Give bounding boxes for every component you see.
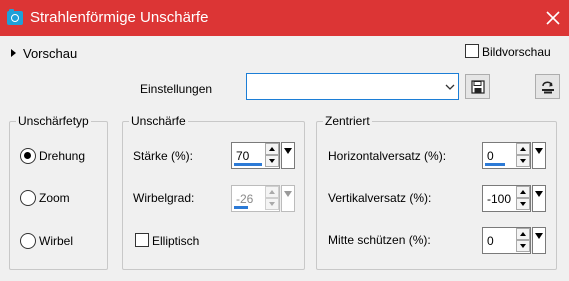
center-group: Zentriert Horizontalversatz (%): 0 Verti… <box>316 114 557 270</box>
radio-zoom-label: Zoom <box>39 191 70 205</box>
spin-arrows <box>265 143 279 167</box>
mitte-label: Mitte schützen (%): <box>328 233 431 247</box>
elliptisch-label: Elliptisch <box>152 234 200 248</box>
spin-down-button[interactable] <box>516 240 530 252</box>
spin-arrows <box>516 143 530 167</box>
spin-up-button <box>265 186 279 198</box>
staerke-spinbox[interactable]: 70 <box>231 142 296 169</box>
spin-arrows <box>516 186 530 210</box>
center-title: Zentriert <box>323 114 372 128</box>
blur-title: Unschärfe <box>129 114 188 128</box>
wirbelgrad-value: -26 <box>236 192 254 206</box>
wirbelgrad-dropdown-button <box>281 185 295 212</box>
chevron-down-icon <box>445 84 455 90</box>
staerke-level-bar <box>234 163 262 166</box>
title-bar: Strahlenförmige Unschärfe <box>0 0 569 36</box>
spin-arrows <box>265 186 279 210</box>
spin-down-button <box>265 198 279 210</box>
wirbelgrad-label: Wirbelgrad: <box>133 191 195 205</box>
radio-circle <box>20 233 36 249</box>
mitte-value: 0 <box>487 234 494 248</box>
radio-wirbel-label: Wirbel <box>39 234 74 248</box>
options-panel: Unschärfetyp Drehung Zoom Wirbel Unschär… <box>0 108 569 281</box>
spin-up-button[interactable] <box>516 143 530 155</box>
spin-up-button[interactable] <box>265 143 279 155</box>
reset-icon <box>541 81 554 93</box>
horizontal-spinbox[interactable]: 0 <box>482 142 547 169</box>
vertikal-value: -100 <box>487 192 512 206</box>
settings-label: Einstellungen <box>140 82 213 96</box>
elliptisch-checkbox[interactable] <box>135 233 149 247</box>
horizontal-value: 0 <box>487 149 494 163</box>
staerke-label: Stärke (%): <box>133 149 194 163</box>
mitte-spinbox[interactable]: 0 <box>482 227 547 254</box>
bildvorschau-label: Bildvorschau <box>482 45 551 59</box>
save-icon <box>470 79 485 94</box>
close-icon <box>546 11 560 25</box>
staerke-dropdown-button[interactable] <box>281 142 295 169</box>
wirbelgrad-level-bar <box>234 206 248 209</box>
window-title: Strahlenförmige Unschärfe <box>30 9 209 26</box>
spin-up-button[interactable] <box>516 228 530 240</box>
bildvorschau-checkbox[interactable] <box>465 44 479 58</box>
spin-down-button[interactable] <box>516 155 530 167</box>
blur-type-title: Unschärfetyp <box>16 114 91 128</box>
radio-drehung-label: Drehung <box>39 149 86 163</box>
mitte-dropdown-button[interactable] <box>532 227 546 254</box>
wirbelgrad-spinbox: -26 <box>231 185 296 212</box>
save-settings-button[interactable] <box>465 74 490 99</box>
settings-dropdown[interactable] <box>246 73 459 100</box>
spin-up-button[interactable] <box>516 186 530 198</box>
spin-down-button[interactable] <box>265 155 279 167</box>
vertikal-label: Vertikalversatz (%): <box>328 191 432 205</box>
preview-toggle-label: Vorschau <box>23 46 78 61</box>
radio-circle <box>20 190 36 206</box>
close-button[interactable] <box>541 6 565 30</box>
horizontal-dropdown-button[interactable] <box>532 142 546 169</box>
horizontal-label: Horizontalversatz (%): <box>328 149 447 163</box>
camera-icon <box>7 9 23 25</box>
spin-down-button[interactable] <box>516 198 530 210</box>
blur-group: Unschärfe Stärke (%): 70 Wirbelgrad: -26 <box>122 114 305 270</box>
spin-arrows <box>516 228 530 252</box>
horizontal-level-bar <box>485 163 505 166</box>
blur-type-group: Unschärfetyp Drehung Zoom Wirbel <box>9 114 108 270</box>
vertikal-spinbox[interactable]: -100 <box>482 185 547 212</box>
expand-arrow-icon <box>11 49 16 57</box>
radio-circle <box>20 148 36 164</box>
vertikal-dropdown-button[interactable] <box>532 185 546 212</box>
staerke-value: 70 <box>236 149 250 163</box>
reset-settings-button[interactable] <box>535 74 560 99</box>
